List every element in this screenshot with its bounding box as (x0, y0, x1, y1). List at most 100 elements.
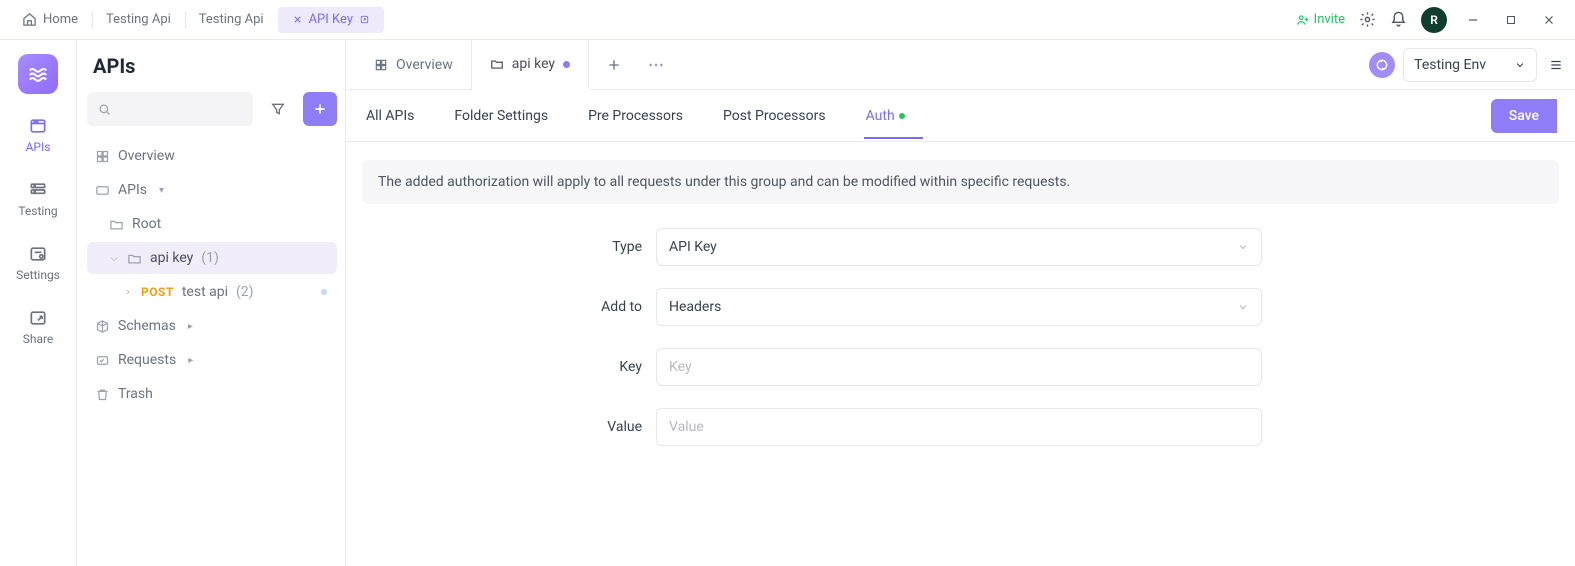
filter-button[interactable] (261, 92, 295, 126)
http-method-badge: POST (141, 285, 174, 299)
grid-icon (95, 149, 110, 164)
sidebar-item-label: Schemas (118, 318, 176, 334)
sidebar-item-schemas[interactable]: Schemas ▸ (87, 310, 337, 342)
bell-icon[interactable] (1390, 11, 1407, 28)
key-input[interactable] (669, 359, 1249, 375)
subnav-label: Folder Settings (454, 108, 548, 124)
subnav-post-processors[interactable]: Post Processors (721, 94, 828, 138)
apis-icon (28, 116, 48, 136)
app-logo[interactable] (18, 54, 58, 94)
sidebar-item-test-api[interactable]: › POST test api (2) (87, 276, 337, 308)
chevron-down-icon (1237, 301, 1249, 313)
window-tab-bar: Home Testing Api Testing Api API Key (0, 0, 1575, 40)
save-label: Save (1509, 108, 1539, 124)
grid-icon (374, 58, 388, 72)
subnav-label: Post Processors (723, 108, 826, 124)
add-to-select[interactable]: Headers (656, 288, 1262, 326)
tab-more-button[interactable] (639, 63, 673, 67)
env-refresh-icon[interactable] (1369, 52, 1395, 78)
add-to-label: Add to (562, 299, 642, 315)
content-tab-overview[interactable]: Overview (356, 40, 472, 89)
chevron-down-icon[interactable]: ⌵ (109, 253, 119, 264)
main-content: Overview api key (346, 40, 1575, 566)
subnav-label: All APIs (366, 108, 414, 124)
environment-select[interactable]: Testing Env (1403, 48, 1537, 82)
rail-item-label: APIs (26, 140, 51, 154)
window-minimize-button[interactable] (1461, 8, 1485, 32)
top-tab-api-key[interactable]: API Key (278, 7, 384, 33)
plus-icon (312, 101, 328, 117)
home-icon (22, 12, 37, 27)
sidebar-item-root[interactable]: Root (87, 208, 337, 240)
subnav-label: Auth (866, 108, 895, 124)
environment-label: Testing Env (1414, 57, 1486, 73)
top-tab-testing-api-2[interactable]: Testing Api (185, 6, 278, 34)
search-input[interactable] (87, 92, 253, 126)
rail-item-testing[interactable]: Testing (0, 176, 76, 222)
close-icon[interactable] (292, 14, 303, 25)
invite-button[interactable]: Invite (1296, 12, 1345, 27)
rail-item-label: Settings (16, 268, 60, 282)
sidebar-item-overview[interactable]: Overview (87, 140, 337, 172)
sidebar-title: APIs (87, 54, 337, 92)
folder-icon (127, 251, 142, 266)
chevron-down-icon: ▾ (159, 185, 164, 196)
sidebar-item-label: Overview (118, 148, 175, 164)
sidebar-item-label: Requests (118, 352, 176, 368)
window-maximize-button[interactable] (1499, 8, 1523, 32)
sidebar-item-trash[interactable]: Trash (87, 378, 337, 410)
settings-icon (28, 244, 48, 264)
key-input-wrap (656, 348, 1262, 386)
avatar[interactable]: R (1421, 7, 1447, 33)
item-count: (2) (236, 284, 254, 300)
rail-item-share[interactable]: Share (0, 304, 76, 350)
top-tab-label: Testing Api (106, 12, 171, 27)
search-icon (97, 102, 112, 117)
info-banner: The added authorization will apply to al… (362, 160, 1559, 204)
folder-icon (109, 217, 124, 232)
select-value: Headers (669, 299, 721, 315)
top-tab-label: Testing Api (199, 12, 264, 27)
subnav-all-apis[interactable]: All APIs (364, 94, 416, 138)
content-tab-bar: Overview api key (346, 40, 1575, 90)
subnav-auth[interactable]: Auth (864, 94, 907, 138)
rail-item-apis[interactable]: APIs (0, 112, 76, 158)
value-input-wrap (656, 408, 1262, 446)
left-rail: APIs Testing Settings Share (0, 40, 76, 566)
sidebar-item-api-key[interactable]: ⌵ api key (1) (87, 242, 337, 274)
save-button[interactable]: Save (1491, 99, 1557, 133)
panel-toggle-button[interactable] (1545, 58, 1567, 72)
key-label: Key (562, 359, 642, 375)
share-icon (28, 308, 48, 328)
request-icon (95, 353, 110, 368)
status-dot-icon (899, 113, 905, 119)
subnav-label: Pre Processors (588, 108, 683, 124)
content-tab-api-key[interactable]: api key (472, 40, 589, 90)
new-tab-button[interactable] (597, 57, 631, 73)
top-tab-label: API Key (309, 12, 353, 27)
gear-icon[interactable] (1359, 11, 1376, 28)
window-close-button[interactable] (1537, 8, 1561, 32)
auth-type-select[interactable]: API Key (656, 228, 1262, 266)
top-tab-home[interactable]: Home (8, 6, 92, 34)
sidebar-item-requests[interactable]: Requests ▸ (87, 344, 337, 376)
rail-item-label: Testing (18, 204, 57, 218)
sidebar-item-label: APIs (118, 182, 147, 198)
top-tab-testing-api-1[interactable]: Testing Api (92, 6, 185, 34)
subnav-folder-settings[interactable]: Folder Settings (452, 94, 550, 138)
add-button[interactable] (303, 92, 337, 126)
chevron-right-icon: ▸ (188, 321, 193, 332)
chevron-right-icon[interactable]: › (123, 287, 133, 298)
rail-item-settings[interactable]: Settings (0, 240, 76, 286)
sub-nav: All APIs Folder Settings Pre Processors … (346, 90, 1575, 142)
sidebar-item-apis[interactable]: APIs ▾ (87, 174, 337, 206)
type-label: Type (562, 239, 642, 255)
avatar-initial: R (1430, 13, 1438, 27)
popout-icon[interactable] (359, 14, 370, 25)
subnav-pre-processors[interactable]: Pre Processors (586, 94, 685, 138)
sidebar-item-label: Trash (118, 386, 153, 402)
sidebar: APIs (76, 40, 346, 566)
item-count: (1) (201, 250, 219, 266)
sidebar-item-label: test api (182, 284, 228, 300)
value-input[interactable] (669, 419, 1249, 435)
